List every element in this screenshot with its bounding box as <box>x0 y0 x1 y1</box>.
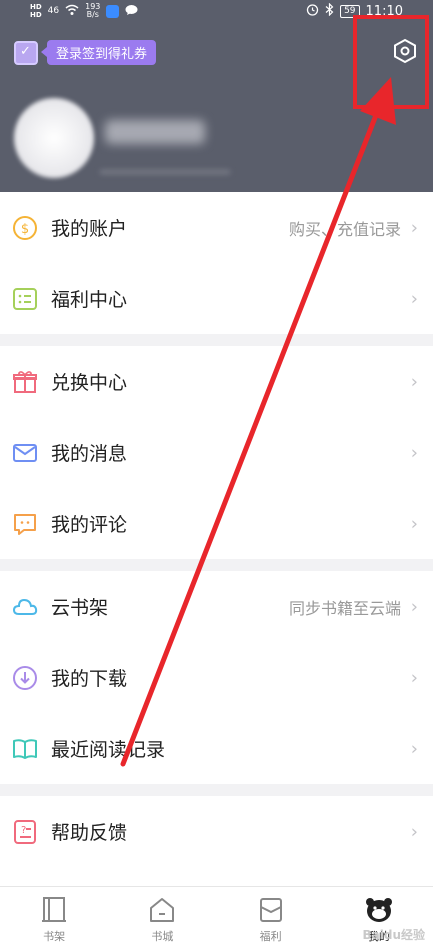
bookshelf-icon <box>39 895 69 925</box>
section-divider <box>0 784 433 796</box>
menu-item-label: 帮助反馈 <box>51 822 128 844</box>
cloud-icon <box>12 594 38 620</box>
help-icon: ? <box>12 819 38 845</box>
menu-item-exchange[interactable]: 兑换中心 › <box>0 346 433 417</box>
alarm-icon <box>306 3 319 20</box>
menu-group-activity: 兑换中心 › 我的消息 › 我的评论 › <box>0 346 433 559</box>
chevron-right-icon: › <box>410 371 418 392</box>
checkin-banner[interactable]: 登录签到得礼券 <box>14 40 157 65</box>
chevron-right-icon: › <box>410 738 418 759</box>
envelope-icon <box>256 895 286 925</box>
menu-item-label: 福利中心 <box>51 289 128 311</box>
wifi-icon <box>65 4 79 19</box>
chevron-right-icon: › <box>410 821 418 842</box>
menu-group-account: $ 我的账户 购买、充值记录 › 福利中心 › <box>0 192 433 334</box>
chevron-right-icon: › <box>410 442 418 463</box>
status-bar: HD HD 46 193 B/s 59 11:10 <box>0 0 433 22</box>
svg-text:?: ? <box>21 825 26 836</box>
list-icon <box>12 286 38 312</box>
menu-item-label: 我的账户 <box>51 218 128 240</box>
gift-icon <box>12 369 38 395</box>
settings-hexagon-icon <box>393 38 417 68</box>
menu-item-account[interactable]: $ 我的账户 购买、充值记录 › <box>0 192 433 263</box>
bluetooth-icon <box>325 2 334 20</box>
purchase-records-link[interactable]: 购买、充值记录 <box>289 216 401 240</box>
signal-label: 46 <box>47 6 60 16</box>
tab-label: 书城 <box>151 930 174 943</box>
chevron-right-icon: › <box>410 288 418 309</box>
home-icon <box>147 895 177 925</box>
tab-label: 书架 <box>43 930 66 943</box>
tab-welfare[interactable]: 福利 <box>217 887 325 949</box>
tab-bookstore[interactable]: 书城 <box>108 887 216 949</box>
svg-text:$: $ <box>21 222 29 237</box>
comment-icon <box>12 511 38 537</box>
clock-time: 11:10 <box>365 3 403 19</box>
chevron-right-icon: › <box>410 596 418 617</box>
menu-item-help[interactable]: ? 帮助反馈 › <box>0 796 433 867</box>
baidu-watermark: Baidu经验 <box>362 928 426 942</box>
chevron-right-icon: › <box>410 667 418 688</box>
settings-button[interactable] <box>385 37 425 69</box>
battery-indicator: 59 <box>340 4 360 18</box>
open-book-icon <box>12 736 38 762</box>
chevron-right-icon: › <box>410 217 418 238</box>
profile-subtext-blurred <box>100 170 230 174</box>
hd-indicator: HD HD <box>30 3 42 19</box>
profile-header: 登录签到得礼券 <box>0 22 433 192</box>
menu-item-comments[interactable]: 我的评论 › <box>0 488 433 559</box>
avatar[interactable] <box>14 98 94 178</box>
checkin-label[interactable]: 登录签到得礼券 <box>40 40 157 65</box>
tab-bookshelf[interactable]: 书架 <box>0 887 108 949</box>
sync-books-link[interactable]: 同步书籍至云端 <box>289 595 401 619</box>
menu-item-downloads[interactable]: 我的下载 › <box>0 642 433 713</box>
menu-item-label: 云书架 <box>51 597 109 619</box>
menu-item-recent[interactable]: 最近阅读记录 › <box>0 713 433 784</box>
chat-bubble-icon <box>125 4 138 19</box>
username-blurred[interactable] <box>105 120 205 144</box>
menu-item-messages[interactable]: 我的消息 › <box>0 417 433 488</box>
menu-item-label: 兑换中心 <box>51 372 128 394</box>
network-speed: 193 B/s <box>85 2 101 19</box>
chevron-right-icon: › <box>410 513 418 534</box>
menu-item-welfare[interactable]: 福利中心 › <box>0 263 433 334</box>
menu-list: $ 我的账户 购买、充值记录 › 福利中心 › 兑换中心 › 我的消息 › 我的… <box>0 192 433 886</box>
menu-item-label: 最近阅读记录 <box>51 739 166 761</box>
calendar-check-icon <box>14 40 38 65</box>
bear-mascot-icon <box>363 895 395 925</box>
menu-group-help: ? 帮助反馈 › <box>0 796 433 886</box>
menu-item-label: 我的消息 <box>51 443 128 465</box>
coin-icon: $ <box>12 215 38 241</box>
tab-label: 福利 <box>259 930 282 943</box>
download-icon <box>12 665 38 691</box>
section-divider <box>0 559 433 571</box>
mail-icon <box>12 440 38 466</box>
menu-group-books: 云书架 同步书籍至云端 › 我的下载 › 最近阅读记录 › <box>0 571 433 784</box>
menu-item-label: 我的下载 <box>51 668 128 690</box>
shield-app-icon <box>106 4 120 18</box>
section-divider <box>0 334 433 346</box>
menu-item-partial[interactable] <box>0 867 433 886</box>
menu-item-label: 我的评论 <box>51 514 128 536</box>
menu-item-cloud-shelf[interactable]: 云书架 同步书籍至云端 › <box>0 571 433 642</box>
